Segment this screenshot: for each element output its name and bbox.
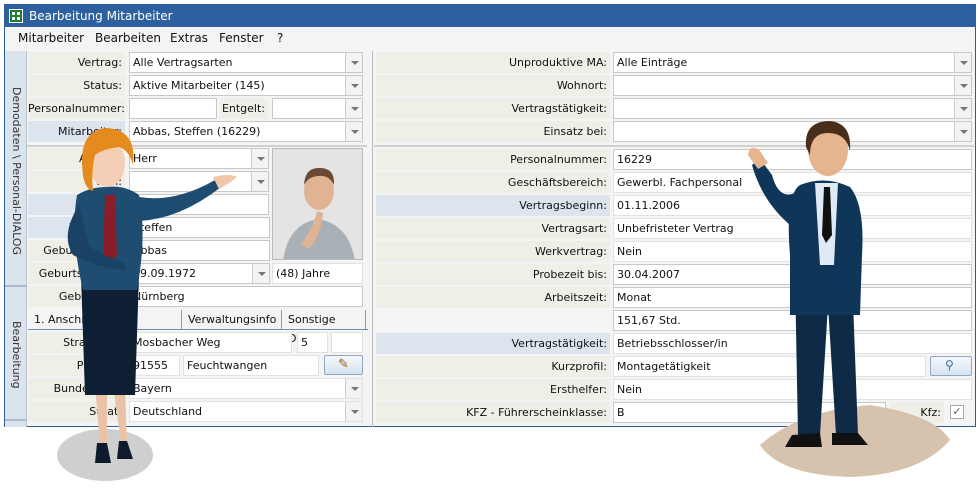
field-value: 01.11.2006	[617, 199, 680, 212]
field-label: Arbeitszeit:	[376, 287, 610, 308]
field-label: Unproduktive MA:	[376, 52, 610, 73]
field-value: Betriebsschlosser/in	[617, 337, 728, 350]
field-label: Probezeit bis:	[376, 264, 610, 285]
chevron-down-icon[interactable]	[345, 76, 362, 95]
chevron-down-icon[interactable]	[954, 53, 971, 72]
filter-dropdown[interactable]: Aktive Mitarbeiter (145)	[129, 75, 363, 96]
chevron-down-icon[interactable]	[345, 379, 362, 398]
chevron-down-icon[interactable]	[954, 76, 971, 95]
field-label: Vertragsbeginn:	[376, 195, 610, 216]
field-label: Einsatz bei:	[376, 121, 610, 142]
field-value: B	[617, 406, 625, 419]
man-illustration	[748, 121, 950, 477]
chevron-down-icon[interactable]	[345, 402, 362, 421]
field-value: Monat	[617, 291, 652, 304]
field-value: Alle Vertragsarten	[133, 56, 233, 69]
field-value: Alle Einträge	[617, 56, 688, 69]
field-label: Entgelt:	[220, 98, 268, 119]
address-extra-input[interactable]	[331, 332, 363, 353]
field-value: Gewerbl. Fachpersonal	[617, 176, 743, 189]
field-value: (48) Jahre	[276, 267, 331, 280]
panel-divider	[372, 51, 373, 427]
field-value: 30.04.2007	[617, 268, 680, 281]
field-label: Ersthelfer:	[376, 379, 610, 400]
employee-photo[interactable]	[272, 148, 363, 260]
field-label: Status:	[28, 75, 125, 96]
field-value: 16229	[617, 153, 652, 166]
field-label: Werkvertrag:	[376, 241, 610, 262]
chevron-down-icon[interactable]	[252, 264, 269, 283]
field-label: KFZ - Führerscheinklasse:	[376, 402, 610, 423]
filter-dropdown[interactable]: Alle Vertragsarten	[129, 52, 363, 73]
field-value: Aktive Mitarbeiter (145)	[133, 79, 265, 92]
house-number-input[interactable]: 5	[297, 332, 328, 353]
chevron-down-icon[interactable]	[345, 122, 362, 141]
field-value: Montagetätigkeit	[617, 360, 711, 373]
field-value: Unbefristeter Vertrag	[617, 222, 734, 235]
chevron-down-icon[interactable]	[251, 172, 268, 191]
field-value: Nein	[617, 383, 643, 396]
field-value: 151,67 Std.	[617, 314, 681, 327]
tab-3[interactable]: Sonstige Daten	[282, 310, 366, 345]
entgelt-dropdown[interactable]	[272, 98, 363, 119]
field-value: 5	[301, 336, 308, 349]
field-label: Vertragsart:	[376, 218, 610, 239]
chevron-down-icon[interactable]	[345, 99, 362, 118]
field-label: Personalnummer:	[28, 98, 125, 119]
field-label: Wohnort:	[376, 75, 610, 96]
chevron-down-icon[interactable]	[345, 53, 362, 72]
field-label: Kurzprofil:	[376, 356, 610, 377]
woman-illustration	[57, 128, 237, 481]
filter-dropdown[interactable]	[613, 75, 972, 96]
person-photo-icon	[273, 149, 362, 259]
field-label: Vertragstätigkeit:	[376, 333, 610, 354]
personalnummer-input[interactable]	[129, 98, 217, 119]
field-value: Nein	[617, 245, 643, 258]
age-display[interactable]: (48) Jahre	[272, 263, 363, 284]
edit-address-button[interactable]: ✎	[324, 355, 363, 375]
field-label: Vertragstätigkeit:	[376, 98, 610, 119]
chevron-down-icon[interactable]	[251, 149, 268, 168]
field-label: Vertrag:	[28, 52, 125, 73]
pencil-icon: ✎	[338, 357, 349, 372]
filter-dropdown[interactable]: Alle Einträge	[613, 52, 972, 73]
field-label: Geschäftsbereich:	[376, 172, 610, 193]
field-label: Personalnummer:	[376, 149, 610, 170]
